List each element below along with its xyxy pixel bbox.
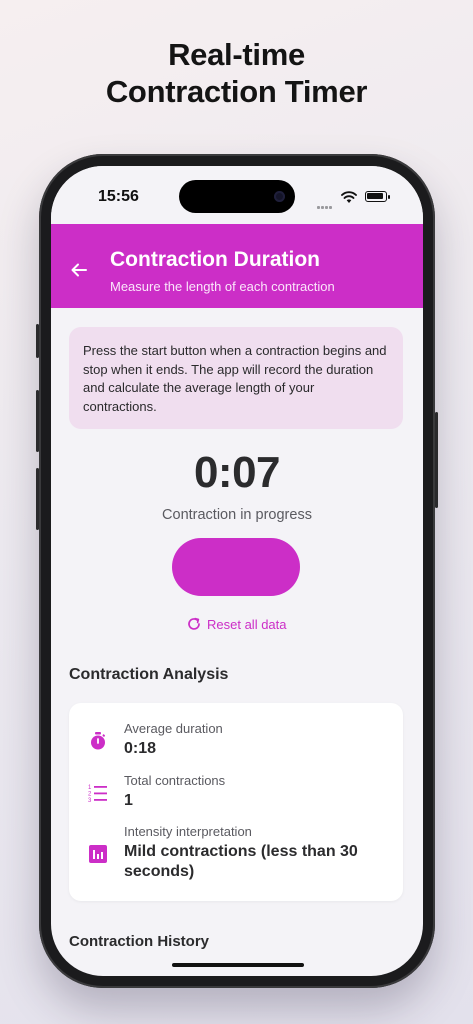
svg-text:3: 3 [88, 798, 92, 803]
analysis-card: Average duration 0:18 1 2 3 Total contra… [69, 703, 403, 901]
page-subtitle: Measure the length of each contraction [110, 279, 335, 294]
phone-frame: 15:56 Contraction Duration Measure the l… [36, 154, 438, 988]
start-stop-button[interactable] [172, 538, 300, 596]
timer-display: 0:07 [193, 448, 281, 497]
reset-label: Reset all data [207, 616, 287, 632]
analysis-section-title: Contraction Analysis [69, 666, 229, 683]
svg-text:2: 2 [88, 792, 92, 798]
page-title: Contraction Duration [110, 248, 320, 271]
stat-label: Average duration [124, 721, 223, 736]
cellular-signal-icon [317, 196, 333, 214]
dynamic-island [179, 180, 295, 213]
main-content[interactable]: Press the start button when a contractio… [51, 308, 423, 976]
stat-label: Intensity interpretation [124, 824, 252, 839]
stopwatch-icon [91, 732, 105, 750]
refresh-icon [188, 617, 200, 630]
battery-icon [365, 191, 390, 202]
mute-switch [36, 324, 39, 358]
reset-all-data-button[interactable]: Reset all data [187, 614, 287, 634]
svg-text:1: 1 [88, 785, 92, 791]
status-time: 15:56 [98, 188, 139, 205]
numbered-list-icon: 1 2 3 [88, 785, 107, 803]
stat-value: 1 [124, 792, 133, 809]
stat-value: Mild contractions (less than 30 seconds) [124, 843, 358, 880]
status-bar: 15:56 [51, 166, 423, 224]
power-button [435, 412, 438, 508]
volume-up-button [36, 390, 39, 452]
stat-value: 0:18 [124, 740, 157, 757]
wifi-icon [341, 191, 357, 203]
promo-line-1: Real-time [168, 37, 305, 72]
phone-screen: 15:56 Contraction Duration Measure the l… [51, 166, 423, 976]
home-indicator[interactable] [172, 963, 304, 967]
arrow-left-icon[interactable] [69, 260, 89, 280]
app-header: Contraction Duration Measure the length … [51, 224, 423, 308]
history-section-title: Contraction History [69, 933, 210, 950]
bar-chart-icon [89, 845, 107, 863]
stat-label: Total contractions [124, 773, 226, 788]
instruction-card: Press the start button when a contractio… [69, 327, 403, 429]
promo-title: Real-time Contraction Timer [0, 36, 473, 110]
timer-status: Contraction in progress [162, 507, 312, 523]
camera-icon [274, 191, 285, 202]
promo-line-2: Contraction Timer [105, 74, 368, 109]
volume-down-button [36, 468, 39, 530]
